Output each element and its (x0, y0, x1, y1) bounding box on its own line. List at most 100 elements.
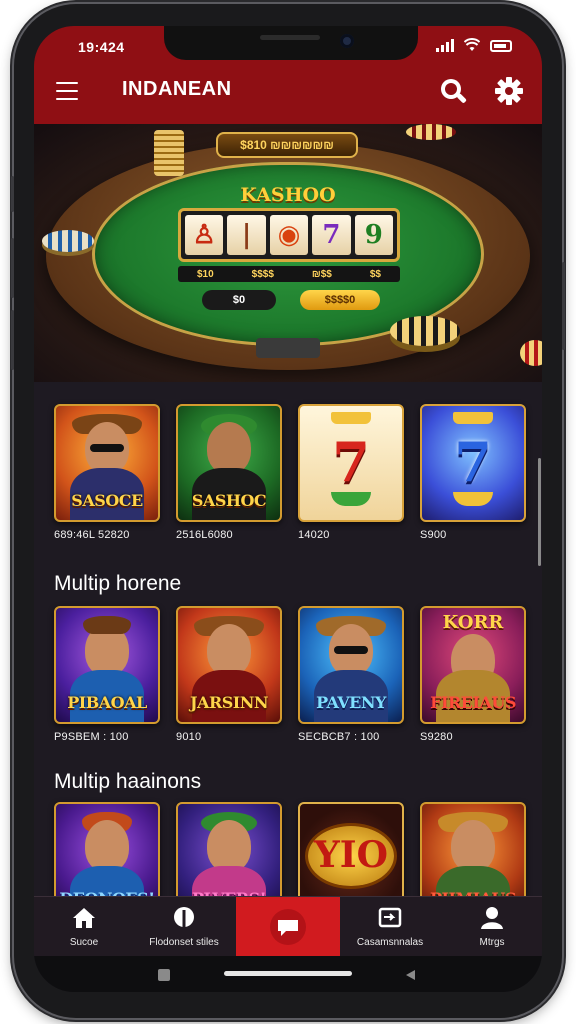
chat-bubble-icon (270, 909, 306, 945)
nav-label: Flodonset stiles (149, 937, 219, 948)
nav-item-home[interactable]: Sucoe (34, 897, 134, 957)
camera (340, 34, 354, 48)
character-face (207, 624, 251, 676)
home-indicator[interactable] (224, 971, 352, 976)
lucky-seven-icon: 7 (454, 430, 492, 494)
game-tile-label: YIO (314, 834, 388, 876)
search-icon[interactable] (438, 76, 468, 106)
chip (520, 340, 542, 366)
reel: 9 (354, 215, 394, 255)
leaf-icon (331, 492, 371, 506)
hero-game-title: KASHOO (240, 184, 336, 206)
lucky-seven-icon: 7 (332, 430, 370, 494)
game-tile-label: SASHOC (191, 491, 267, 510)
speaker (260, 35, 320, 40)
game-tile-label: JARSINN (189, 693, 269, 712)
crown-icon (331, 412, 371, 424)
battery-icon (490, 40, 512, 52)
screen: 19:424 INDANEAN $810 ₪₪₪₪₪₪ KASHOO ♙ | ◉… (34, 26, 542, 992)
nav-label: Mtrgs (479, 937, 505, 948)
bet-value: $10 (196, 268, 214, 280)
nav-item-profile[interactable]: Mtrgs (442, 897, 542, 957)
game-row-2: PIBAOAL JARSINN PAVENY KORR FIREIAUS (54, 606, 526, 724)
hero-jackpot-badge: $810 ₪₪₪₪₪₪ (216, 132, 358, 158)
card-shoe (256, 338, 320, 358)
win-pill[interactable]: $$$$0 (300, 290, 380, 310)
row-2-captions: P9SBEM : 100 9010 SECBCB7 : 100 S9280 (54, 731, 526, 743)
volume-up-button[interactable] (11, 238, 14, 298)
nav-item-cashier[interactable]: Casamsnnalas (340, 897, 440, 957)
power-button[interactable] (562, 262, 565, 350)
nav-item-chat[interactable] (236, 897, 340, 957)
section-title: Multip haainons (54, 770, 202, 793)
section-title: Multip horene (54, 572, 182, 595)
chip-stack (154, 130, 184, 176)
reel: 7 (312, 215, 351, 255)
chip (406, 124, 456, 140)
gear-icon[interactable] (494, 76, 524, 106)
recent-apps-button[interactable] (158, 969, 170, 981)
status-icons (436, 38, 512, 52)
chip (42, 230, 94, 252)
reel: | (227, 215, 266, 255)
game-caption: 9010 (176, 731, 202, 743)
game-tile-label: FIREIAUS (430, 693, 516, 712)
hair (83, 616, 131, 634)
game-tile[interactable]: PAVENY (298, 606, 404, 724)
game-caption: 14020 (298, 529, 330, 541)
shield-icon (174, 907, 194, 927)
sunglasses-icon (90, 444, 124, 452)
bet-strip: $10 $$$$ ₪$$ $$ (178, 266, 400, 282)
bet-value: ₪$$ (311, 268, 332, 280)
hero-banner[interactable]: $810 ₪₪₪₪₪₪ KASHOO ♙ | ◉ 7 9 $10 $$$$ ₪$… (34, 124, 542, 382)
chip (390, 316, 460, 346)
game-caption: S9280 (420, 731, 453, 743)
user-icon (481, 907, 503, 929)
balance-pill[interactable]: $0 (202, 290, 276, 310)
game-tile[interactable]: 7 (298, 404, 404, 522)
game-tile[interactable]: SASOCE (54, 404, 160, 522)
app-title: INDANEAN (122, 78, 232, 100)
crown-icon (453, 412, 493, 424)
back-icon[interactable] (404, 969, 416, 981)
wifi-icon (464, 38, 480, 51)
slot-reels: ♙ | ◉ 7 9 (178, 208, 400, 262)
game-row-1: SASOCE SASHOC 7 7 (54, 404, 526, 522)
nav-item-promotions[interactable]: Flodonset stiles (134, 897, 234, 957)
volume-down-button[interactable] (11, 310, 14, 370)
character-face (207, 820, 251, 872)
ticket-icon (378, 907, 402, 928)
game-tile-label: PAVENY (316, 693, 386, 712)
scrollbar[interactable] (538, 458, 541, 566)
bet-value: $$ (369, 268, 381, 280)
bottom-navigation: Sucoe Flodonset stiles Casamsnnalas Mtrg… (34, 896, 542, 957)
sunglasses-icon (334, 646, 368, 654)
game-caption: P9SBEM : 100 (54, 731, 129, 743)
bet-value: $$$$ (251, 268, 274, 280)
game-tile-label: PIBAOAL (67, 693, 147, 712)
nav-label: Casamsnnalas (356, 937, 424, 948)
character-face (207, 422, 251, 474)
character-face (85, 820, 129, 872)
game-tile[interactable]: 7 (420, 404, 526, 522)
game-tile-label: SASOCE (71, 491, 143, 510)
game-caption: 2516L6080 (176, 529, 233, 541)
home-icon (73, 908, 95, 928)
game-tile[interactable]: SASHOC (176, 404, 282, 522)
app-header: 19:424 INDANEAN (34, 26, 542, 124)
hamburger-menu-icon[interactable] (56, 82, 78, 100)
game-tile[interactable]: JARSINN (176, 606, 282, 724)
notch (164, 26, 418, 60)
system-navigation-bar (34, 956, 542, 992)
game-tile[interactable]: KORR FIREIAUS (420, 606, 526, 724)
game-tile[interactable]: PIBAOAL (54, 606, 160, 724)
row-1-captions: 689:46L 52820 2516L6080 14020 S900 (54, 529, 526, 541)
game-caption: S900 (420, 529, 447, 541)
game-tile-top-label: KORR (442, 612, 504, 633)
reel: ♙ (185, 215, 224, 255)
reel: ◉ (269, 215, 309, 255)
status-time: 19:424 (78, 39, 125, 55)
game-caption: SECBCB7 : 100 (298, 731, 380, 743)
bowl-icon (453, 492, 493, 506)
mute-switch[interactable] (11, 176, 14, 212)
